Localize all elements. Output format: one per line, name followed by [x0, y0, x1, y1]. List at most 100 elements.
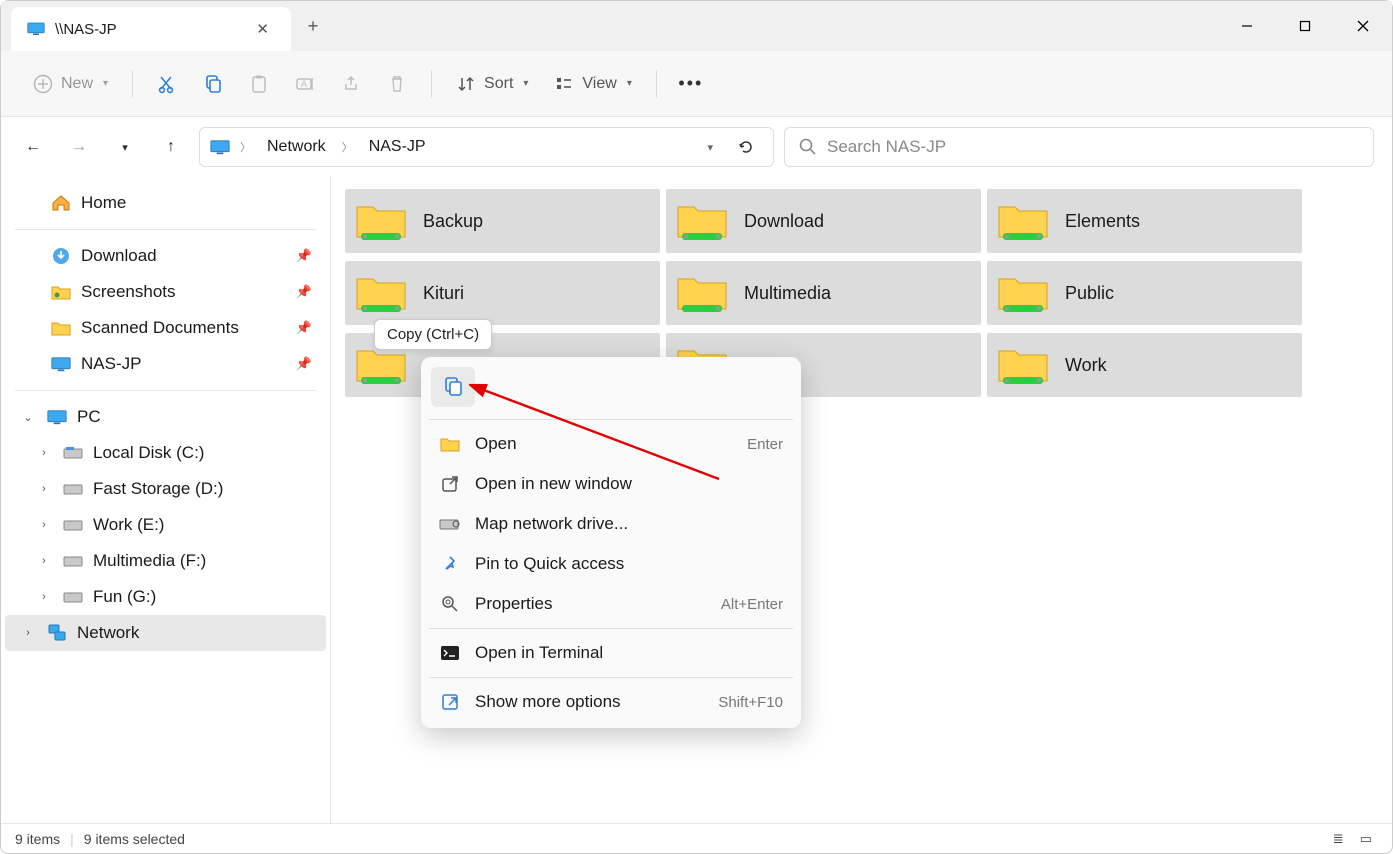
folder-multimedia[interactable]: Multimedia — [666, 261, 981, 325]
tab-close-button[interactable]: ✕ — [250, 16, 275, 42]
details-view-button[interactable]: ≣ — [1327, 829, 1350, 849]
delete-button[interactable] — [377, 68, 417, 100]
network-folder-icon — [674, 269, 730, 317]
tooltip-text: Copy (Ctrl+C) — [387, 326, 479, 343]
view-mode-toggles: ≣ ▭ — [1327, 829, 1378, 849]
label: Properties — [475, 594, 552, 614]
new-icon — [33, 74, 53, 94]
pin-icon — [439, 554, 461, 574]
folder-kituri[interactable]: Kituri — [345, 261, 660, 325]
maximize-button[interactable] — [1276, 1, 1334, 51]
context-map-drive[interactable]: Map network drive... — [427, 504, 795, 544]
new-menu-button[interactable]: New ▾ — [23, 68, 118, 100]
sort-label: Sort — [484, 75, 513, 93]
chevron-right-icon[interactable]: › — [35, 483, 53, 495]
label: Local Disk (C:) — [93, 443, 204, 463]
up-button[interactable]: ↑ — [153, 129, 189, 165]
folder-label: Download — [744, 211, 824, 232]
sidebar-multif[interactable]: › Multimedia (F:) — [5, 543, 326, 579]
back-button[interactable]: ← — [15, 129, 51, 165]
navbar: ← → ▾ ↑ 〉 Network 〉 NAS-JP ▾ Search NAS-… — [1, 117, 1392, 177]
sidebar-worke[interactable]: › Work (E:) — [5, 507, 326, 543]
label: Pin to Quick access — [475, 554, 624, 574]
search-box[interactable]: Search NAS-JP — [784, 127, 1374, 167]
pin-icon: 📌 — [296, 356, 312, 372]
sidebar-pc[interactable]: ⌄ PC — [5, 399, 326, 435]
folder-download[interactable]: Download — [666, 189, 981, 253]
delete-icon — [387, 74, 407, 94]
label: Open in Terminal — [475, 643, 603, 663]
close-button[interactable] — [1334, 1, 1392, 51]
window-tab[interactable]: \\NAS-JP ✕ — [11, 7, 291, 51]
folder-public[interactable]: Public — [987, 261, 1302, 325]
sidebar-fung[interactable]: › Fun (G:) — [5, 579, 326, 615]
context-properties[interactable]: Properties Alt+Enter — [427, 584, 795, 624]
folder-label: Backup — [423, 211, 483, 232]
address-bar[interactable]: 〉 Network 〉 NAS-JP ▾ — [199, 127, 774, 167]
chevron-right-icon[interactable]: › — [35, 591, 53, 603]
cut-button[interactable] — [147, 68, 187, 100]
sidebar-network[interactable]: › Network — [5, 615, 326, 651]
more-menu-button[interactable]: ••• — [671, 68, 711, 100]
chevron-right-icon[interactable]: › — [35, 555, 53, 567]
chevron-down-icon[interactable]: ⌄ — [19, 411, 37, 424]
forward-button[interactable]: → — [61, 129, 97, 165]
context-open[interactable]: Open Enter — [427, 424, 795, 464]
sidebar-localc[interactable]: › Local Disk (C:) — [5, 435, 326, 471]
breadcrumb-network[interactable]: Network — [261, 134, 332, 160]
sidebar-download[interactable]: Download 📌 — [5, 238, 326, 274]
folder-elements[interactable]: Elements — [987, 189, 1302, 253]
sidebar-scanned[interactable]: Scanned Documents 📌 — [5, 310, 326, 346]
drive-icon — [63, 480, 83, 498]
rename-icon: A — [295, 74, 315, 94]
separator — [656, 70, 657, 98]
new-tab-button[interactable]: + — [291, 1, 335, 51]
sidebar-fastd[interactable]: › Fast Storage (D:) — [5, 471, 326, 507]
sort-menu-button[interactable]: Sort ▾ — [446, 68, 538, 100]
folder-backup[interactable]: Backup — [345, 189, 660, 253]
sidebar-screenshots[interactable]: Screenshots 📌 — [5, 274, 326, 310]
label: Fun (G:) — [93, 587, 156, 607]
refresh-button[interactable] — [729, 134, 763, 160]
separator — [431, 70, 432, 98]
chevron-right-icon[interactable]: › — [19, 627, 37, 639]
sidebar-nasjp[interactable]: NAS-JP 📌 — [5, 346, 326, 382]
context-pin[interactable]: Pin to Quick access — [427, 544, 795, 584]
context-open-new-window[interactable]: Open in new window — [427, 464, 795, 504]
share-button[interactable] — [331, 68, 371, 100]
paste-button[interactable] — [239, 68, 279, 100]
folder-label: Kituri — [423, 283, 464, 304]
chevron-down-icon: ▾ — [627, 78, 632, 89]
monitor-icon — [210, 140, 230, 155]
toolbar: New ▾ A Sort ▾ View ▾ ••• — [1, 51, 1392, 117]
folder-work[interactable]: Work — [987, 333, 1302, 397]
separator — [15, 390, 316, 391]
label: Map network drive... — [475, 514, 628, 534]
copy-button[interactable] — [193, 68, 233, 100]
search-placeholder: Search NAS-JP — [827, 137, 946, 157]
label: Work (E:) — [93, 515, 164, 535]
pin-icon: 📌 — [296, 284, 312, 300]
address-dropdown[interactable]: ▾ — [699, 137, 721, 158]
shortcut: Alt+Enter — [721, 596, 783, 613]
context-more-options[interactable]: Show more options Shift+F10 — [427, 682, 795, 722]
context-quick-actions — [427, 363, 795, 415]
pin-icon: 📌 — [296, 248, 312, 264]
sidebar-home[interactable]: Home — [5, 185, 326, 221]
recent-dropdown-button[interactable]: ▾ — [107, 129, 143, 165]
chevron-right-icon[interactable]: › — [35, 447, 53, 459]
chevron-right-icon[interactable]: › — [35, 519, 53, 531]
view-menu-button[interactable]: View ▾ — [544, 68, 641, 100]
minimize-button[interactable] — [1218, 1, 1276, 51]
breadcrumb-nasjp[interactable]: NAS-JP — [363, 134, 432, 160]
svg-text:A: A — [301, 79, 307, 89]
context-terminal[interactable]: Open in Terminal — [427, 633, 795, 673]
status-items: 9 items — [15, 831, 60, 847]
sort-icon — [456, 74, 476, 94]
folder-label: Elements — [1065, 211, 1140, 232]
tiles-view-button[interactable]: ▭ — [1354, 829, 1378, 849]
rename-button[interactable]: A — [285, 68, 325, 100]
network-folder-icon — [674, 197, 730, 245]
download-icon — [51, 247, 71, 265]
context-copy-button[interactable] — [431, 367, 475, 407]
